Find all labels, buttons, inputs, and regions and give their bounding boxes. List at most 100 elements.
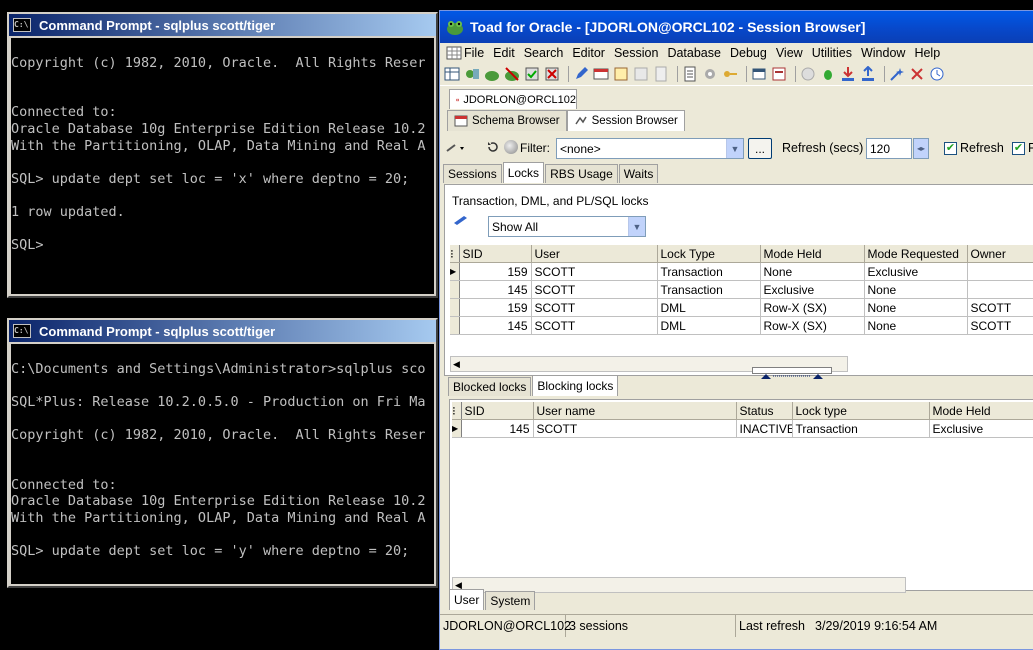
cell-sid[interactable]: 145 — [461, 419, 534, 438]
menu-database[interactable]: Database — [667, 46, 721, 60]
stop-disabled-icon[interactable] — [800, 66, 816, 82]
cell-lock-type[interactable]: DML — [657, 316, 761, 335]
export-icon[interactable] — [860, 66, 876, 82]
table-row[interactable]: ▶ 159 SCOTT Transaction None Exclusive — [450, 262, 1033, 281]
cell-sid[interactable]: 159 — [459, 298, 532, 317]
cell-mode-requested[interactable]: Exclusive — [864, 262, 968, 281]
column-header[interactable]: User — [531, 245, 658, 263]
toad-icon[interactable] — [484, 66, 500, 82]
command-prompt-window-1[interactable]: C:\ Command Prompt - sqlplus scott/tiger… — [7, 12, 438, 298]
toad-window[interactable]: Toad for Oracle - [JDORLON@ORCL102 - Ses… — [439, 10, 1033, 650]
column-header[interactable]: Status — [736, 402, 793, 420]
table-row[interactable]: 145 SCOTT Transaction Exclusive None — [450, 280, 1033, 299]
commit-icon[interactable] — [524, 66, 540, 82]
cell-sid[interactable]: 159 — [459, 262, 532, 281]
table-row[interactable]: 145 SCOTT DML Row-X (SX) None SCOTT — [450, 316, 1033, 335]
menu-help[interactable]: Help — [914, 46, 940, 60]
cell-lock-type[interactable]: DML — [657, 298, 761, 317]
table-row[interactable]: ▶ 145 SCOTT INACTIVE Transaction Exclusi… — [452, 419, 1033, 438]
menu-search[interactable]: Search — [524, 46, 564, 60]
debug-icon[interactable] — [820, 66, 836, 82]
sql-icon[interactable] — [613, 66, 629, 82]
menu-window[interactable]: Window — [861, 46, 905, 60]
cell-mode-held[interactable]: Exclusive — [760, 280, 865, 299]
window-icon[interactable] — [751, 66, 767, 82]
cell-status[interactable]: INACTIVE — [736, 419, 793, 438]
lock-filter-icon[interactable] — [453, 213, 469, 227]
cell-owner[interactable]: SCOTT — [967, 316, 1033, 335]
cell-user[interactable]: SCOTT — [531, 280, 658, 299]
cell-owner[interactable] — [967, 280, 1033, 299]
menu-session[interactable]: Session — [614, 46, 658, 60]
column-header[interactable]: Mode Held — [760, 245, 865, 263]
lock-filter-select[interactable]: Show All ▼ — [488, 216, 646, 237]
column-header[interactable]: Owner — [967, 245, 1033, 263]
column-header[interactable]: SID — [461, 402, 534, 420]
menu-edit[interactable]: Edit — [493, 46, 515, 60]
refresh-interval-input[interactable]: 120 — [866, 138, 912, 159]
cell-user-name[interactable]: SCOTT — [533, 419, 737, 438]
tab-system[interactable]: System — [485, 591, 536, 610]
tab-locks[interactable]: Locks — [502, 162, 545, 183]
menu-editor[interactable]: Editor — [572, 46, 605, 60]
connect-icon[interactable] — [464, 66, 480, 82]
cell-mode-requested[interactable]: None — [864, 298, 968, 317]
column-header[interactable]: SID — [459, 245, 532, 263]
refresh-spinner[interactable]: ◂▸ — [913, 138, 929, 159]
command-prompt-window-2[interactable]: C:\ Command Prompt - sqlplus scott/tiger… — [7, 318, 438, 588]
cell-owner[interactable]: SCOTT — [967, 298, 1033, 317]
tab-schema-browser[interactable]: Schema Browser — [447, 110, 567, 131]
tab-session-browser[interactable]: Session Browser — [566, 110, 685, 131]
console-output[interactable]: Copyright (c) 1982, 2010, Oracle. All Ri… — [11, 38, 434, 294]
table-row[interactable]: 159 SCOTT DML Row-X (SX) None SCOTT — [450, 298, 1033, 317]
cell-user[interactable]: SCOTT — [531, 316, 658, 335]
console-output[interactable]: C:\Documents and Settings\Administrator>… — [11, 344, 434, 584]
key-icon[interactable] — [722, 66, 738, 82]
connection-tab[interactable]: JDORLON@ORCL102 — [449, 89, 577, 109]
editor-icon[interactable] — [573, 66, 589, 82]
menu-view[interactable]: View — [776, 46, 803, 60]
favorites-icon[interactable] — [929, 66, 945, 82]
cell-mode-held[interactable]: Exclusive — [929, 419, 1033, 438]
tab-user[interactable]: User — [449, 589, 485, 610]
tab-sessions[interactable]: Sessions — [443, 164, 502, 183]
column-header[interactable]: Lock Type — [657, 245, 761, 263]
rollback-icon[interactable] — [544, 66, 560, 82]
column-header[interactable]: Lock type — [792, 402, 930, 420]
schema-browser-icon[interactable] — [593, 66, 609, 82]
cell-user[interactable]: SCOTT — [531, 262, 658, 281]
cell-lock-type[interactable]: Transaction — [657, 262, 761, 281]
import-icon[interactable] — [840, 66, 856, 82]
title-bar[interactable]: Toad for Oracle - [JDORLON@ORCL102 - Ses… — [440, 11, 1033, 43]
cell-sid[interactable]: 145 — [459, 316, 532, 335]
cell-mode-held[interactable]: Row-X (SX) — [760, 298, 865, 317]
filter-select[interactable]: <none> ▼ — [556, 138, 744, 159]
column-header[interactable]: Mode Requested — [864, 245, 968, 263]
tab-blocking-locks[interactable]: Blocking locks — [532, 375, 619, 396]
title-bar[interactable]: C:\ Command Prompt - sqlplus scott/tiger — [9, 14, 436, 36]
chevron-down-icon[interactable]: ▼ — [726, 139, 743, 158]
title-bar[interactable]: C:\ Command Prompt - sqlplus scott/tiger — [9, 320, 436, 342]
column-header[interactable]: Mode Held — [929, 402, 1033, 420]
cell-sid[interactable]: 145 — [459, 280, 532, 299]
tab-rbs-usage[interactable]: RBS Usage — [545, 164, 618, 183]
scroll-left-icon[interactable]: ◀ — [453, 359, 460, 370]
chevron-down-icon[interactable]: ▼ — [628, 217, 645, 236]
cell-owner[interactable] — [967, 262, 1033, 281]
document-icon[interactable] — [682, 66, 698, 82]
column-header[interactable]: User name — [533, 402, 737, 420]
script-disabled-icon[interactable] — [653, 66, 669, 82]
kill-session-icon[interactable] — [446, 141, 466, 155]
menu-file[interactable]: File — [446, 45, 484, 61]
dropdown-disabled-icon[interactable] — [633, 66, 649, 82]
panel-splitter[interactable] — [752, 367, 832, 379]
cell-mode-requested[interactable]: None — [864, 316, 968, 335]
fe-checkbox[interactable]: ✔ — [1012, 142, 1025, 155]
auto-refresh-checkbox[interactable]: ✔ — [944, 142, 957, 155]
report-icon[interactable] — [771, 66, 787, 82]
disconnect-icon[interactable] — [504, 66, 520, 82]
tab-blocked-locks[interactable]: Blocked locks — [448, 377, 532, 396]
filter-browse-button[interactable]: ... — [748, 138, 772, 159]
tools-icon[interactable] — [909, 66, 925, 82]
wizard-icon[interactable] — [889, 66, 905, 82]
